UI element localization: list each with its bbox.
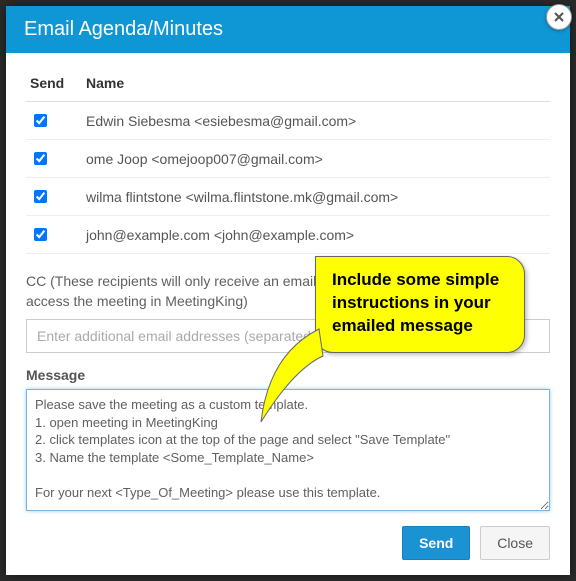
recipient-name: wilma flintstone <wilma.flintstone.mk@gm…	[82, 178, 550, 216]
table-row: wilma flintstone <wilma.flintstone.mk@gm…	[26, 178, 550, 216]
send-checkbox[interactable]	[34, 152, 47, 165]
modal-footer: Send Close	[26, 526, 550, 560]
email-modal: Email Agenda/Minutes Send Name Edwin Sie…	[6, 6, 570, 575]
cc-label: CC (These recipients will only receive a…	[26, 272, 550, 311]
close-icon	[553, 11, 565, 23]
modal-header: Email Agenda/Minutes	[6, 6, 570, 53]
send-button[interactable]: Send	[402, 526, 470, 560]
recipient-name: john@example.com <john@example.com>	[82, 216, 550, 254]
send-checkbox[interactable]	[34, 114, 47, 127]
send-checkbox[interactable]	[34, 190, 47, 203]
message-label: Message	[26, 367, 550, 383]
message-textarea[interactable]	[26, 389, 550, 511]
recipient-name: ome Joop <omejoop007@gmail.com>	[82, 140, 550, 178]
recipient-name: Edwin Siebesma <esiebesma@gmail.com>	[82, 102, 550, 140]
col-header-send: Send	[26, 69, 82, 102]
col-header-name: Name	[82, 69, 550, 102]
table-row: Edwin Siebesma <esiebesma@gmail.com>	[26, 102, 550, 140]
close-button[interactable]: Close	[480, 526, 550, 560]
recipients-table: Send Name Edwin Siebesma <esiebesma@gmai…	[26, 69, 550, 254]
close-icon-button[interactable]	[546, 4, 572, 30]
table-row: ome Joop <omejoop007@gmail.com>	[26, 140, 550, 178]
send-checkbox[interactable]	[34, 228, 47, 241]
table-row: john@example.com <john@example.com>	[26, 216, 550, 254]
modal-title: Email Agenda/Minutes	[24, 18, 223, 40]
modal-body: Send Name Edwin Siebesma <esiebesma@gmai…	[6, 53, 570, 574]
cc-input[interactable]	[26, 319, 550, 353]
